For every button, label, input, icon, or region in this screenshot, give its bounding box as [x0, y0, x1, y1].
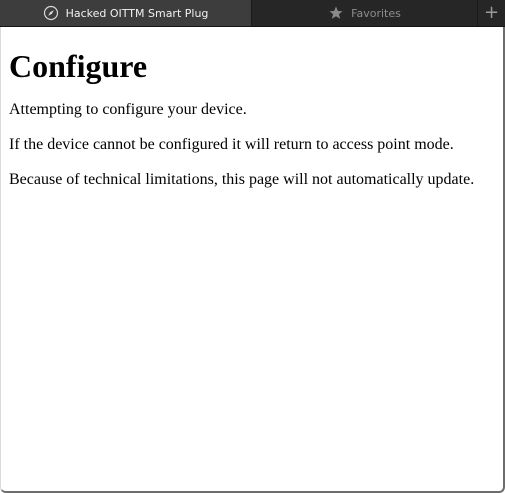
new-tab-button[interactable]: +	[478, 0, 505, 26]
compass-icon	[43, 5, 59, 21]
tab-bar: Hacked OITTM Smart Plug Favorites +	[0, 0, 505, 27]
page-title: Configure	[9, 48, 148, 84]
limitation-paragraph: Because of technical limitations, this p…	[9, 171, 475, 188]
status-paragraph: Attempting to configure your device.	[9, 101, 247, 118]
star-icon	[328, 5, 344, 21]
page-content: Configure Attempting to configure your d…	[0, 27, 505, 493]
tab-favorites[interactable]: Favorites	[252, 0, 478, 26]
tab-hacked-oittm-smart-plug[interactable]: Hacked OITTM Smart Plug	[0, 0, 252, 26]
browser-window: Hacked OITTM Smart Plug Favorites + Conf…	[0, 0, 505, 493]
fallback-paragraph: If the device cannot be configured it wi…	[9, 136, 454, 153]
tab-title: Favorites	[351, 6, 401, 20]
tab-title: Hacked OITTM Smart Plug	[65, 6, 209, 20]
